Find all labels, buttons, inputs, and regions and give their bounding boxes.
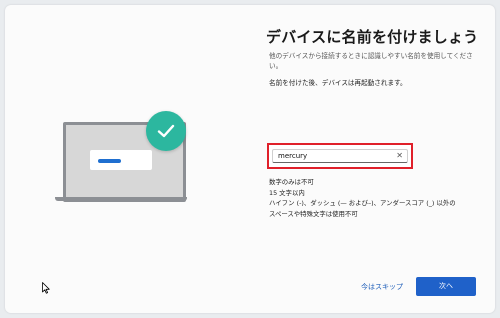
- rule-item: スペースや特殊文字は使用不可: [269, 209, 358, 218]
- next-button[interactable]: 次へ: [416, 277, 476, 296]
- device-name-bar-illustration: [98, 159, 121, 163]
- mouse-pointer-icon: [42, 279, 50, 298]
- close-icon[interactable]: ✕: [396, 151, 403, 161]
- rule-item: 15 文字以内: [269, 188, 305, 197]
- device-name-field: ✕: [272, 149, 408, 163]
- oobe-page: デバイスに名前を付けましょう 他のデバイスから接続するときに認識しやすい名前を使…: [0, 0, 500, 318]
- rule-item: ハイフン (-)、ダッシュ (— および–)、アンダースコア (_) 以外の: [269, 199, 456, 207]
- page-title: デバイスに名前を付けましょう: [266, 28, 479, 46]
- page-description: 他のデバイスから接続するときに認識しやすい名前を使用してください。: [269, 52, 473, 70]
- skip-button[interactable]: 今はスキップ: [355, 280, 409, 295]
- device-name-input[interactable]: [278, 150, 388, 162]
- device-name-field-highlight: ✕: [267, 143, 413, 169]
- name-rules: 数字のみは不可 15 文字以内 ハイフン (-)、ダッシュ (— および–)、ア…: [269, 177, 456, 219]
- laptop-base: [55, 197, 187, 201]
- rule-item: 数字のみは不可: [269, 178, 314, 186]
- check-icon: [146, 111, 186, 151]
- restart-note: 名前を付けた後、デバイスは再起動されます。: [269, 79, 407, 87]
